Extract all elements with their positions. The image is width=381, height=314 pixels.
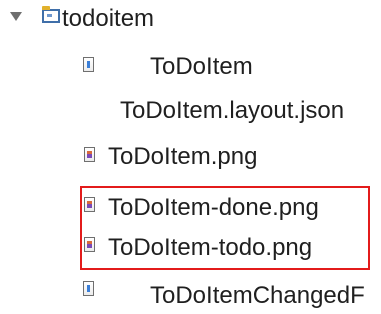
tree-item-todo-png[interactable]: ToDoItem-todo.png <box>0 226 381 266</box>
tree-item-layout-json[interactable]: ToDoItem.layout.json <box>0 92 381 132</box>
tree-item-label: ToDoItem.layout.json <box>120 97 345 124</box>
tree-item-changed[interactable]: ToDoItemChangedF <box>0 274 381 314</box>
image-file-icon <box>84 237 95 252</box>
code-file-icon <box>83 57 94 72</box>
tree-folder-todoitem[interactable]: todoitem <box>0 0 381 40</box>
folder-icon <box>42 6 60 23</box>
chevron-down-icon[interactable] <box>10 12 22 21</box>
tree-item-done-png[interactable]: ToDoItem-done.png <box>0 186 381 226</box>
tree-item-png[interactable]: ToDoItem.png <box>0 138 381 178</box>
tree-item-label: ToDoItemChangedF <box>150 282 365 309</box>
folder-label: todoitem <box>62 5 155 32</box>
tree-item-todoitem[interactable]: ToDoItem <box>0 48 381 88</box>
image-file-icon <box>84 197 95 212</box>
code-file-icon <box>83 281 94 296</box>
tree-item-label: ToDoItem <box>150 53 253 80</box>
tree-item-label: ToDoItem.png <box>108 143 258 170</box>
image-file-icon <box>84 147 95 162</box>
tree-item-label: ToDoItem-done.png <box>108 194 319 221</box>
tree-item-label: ToDoItem-todo.png <box>108 234 313 261</box>
